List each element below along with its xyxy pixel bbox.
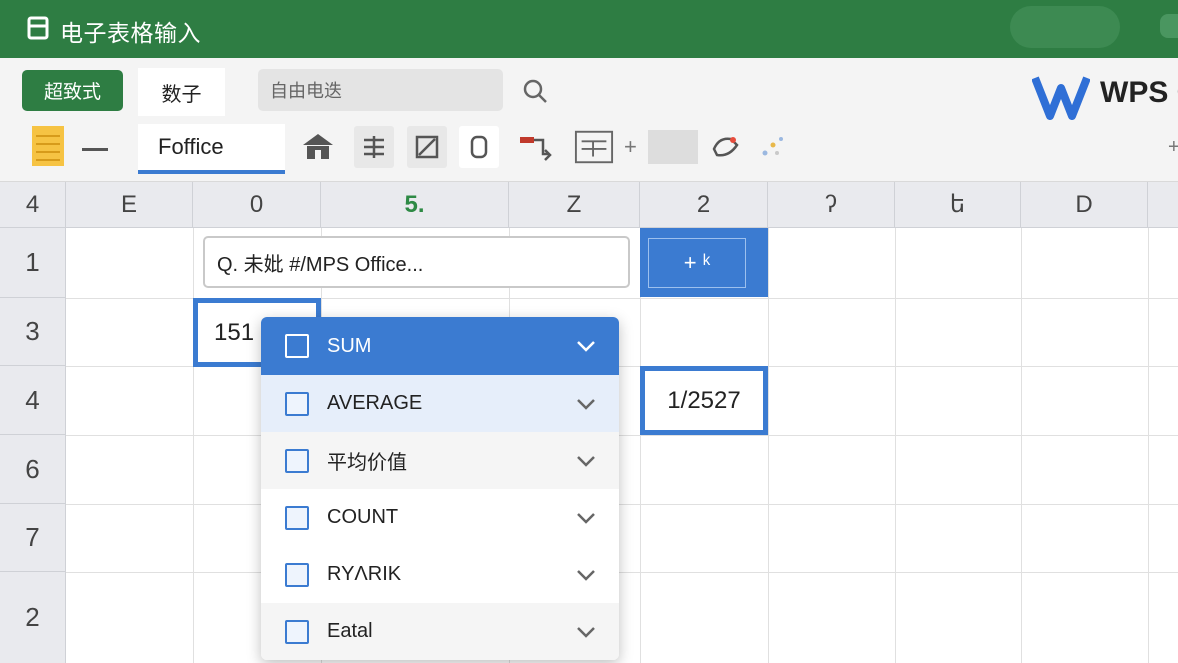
table-icon[interactable]: [574, 126, 614, 168]
dropdown-item-average[interactable]: AVERAGE: [261, 375, 619, 432]
function-icon: [285, 505, 309, 530]
grid-line: [66, 504, 1178, 505]
row-header[interactable]: 2: [0, 572, 66, 663]
dropdown-item-total[interactable]: Eatal: [261, 603, 619, 660]
home-icon[interactable]: [298, 126, 338, 168]
primary-mode-button[interactable]: 超致式: [22, 70, 123, 111]
dropdown-item-sum[interactable]: SUM: [261, 317, 619, 375]
function-icon: [285, 391, 309, 416]
function-icon: [285, 619, 309, 644]
insert-function-button[interactable]: + ᵏ: [648, 238, 746, 288]
rounded-rect-icon[interactable]: [459, 126, 499, 168]
row-header[interactable]: 1: [0, 228, 66, 298]
grid-line: [66, 435, 1178, 436]
dropdown-item-mean[interactable]: 平均价值: [261, 432, 619, 489]
column-header[interactable]: Z: [509, 182, 640, 228]
column-header[interactable]: [1148, 182, 1178, 228]
grid-line: [1148, 228, 1149, 663]
app-document-icon: [27, 16, 49, 40]
function-icon: [285, 448, 309, 473]
tab-foffice[interactable]: Foffice: [138, 124, 285, 174]
row-header[interactable]: 3: [0, 298, 66, 366]
chevron-down-icon[interactable]: [575, 339, 597, 353]
title-bar: 电子表格输入: [0, 0, 1178, 58]
brush-icon[interactable]: [706, 126, 746, 168]
column-header[interactable]: ʔ: [768, 182, 895, 228]
plus-icon[interactable]: +: [624, 134, 637, 160]
formula-input[interactable]: Q. 未妣 #/MPS Office...: [203, 236, 630, 288]
column-header[interactable]: D: [1021, 182, 1148, 228]
notepad-icon[interactable]: [30, 124, 66, 168]
dropdown-item-label: RYΛRIK: [327, 563, 402, 585]
function-icon: [285, 334, 309, 358]
search-input[interactable]: 自由电迭: [258, 69, 503, 111]
window-title: 电子表格输入: [60, 20, 201, 46]
column-header-active[interactable]: 5.: [321, 182, 509, 228]
dropdown-item-count[interactable]: COUNT: [261, 489, 619, 546]
column-header[interactable]: 0: [193, 182, 321, 228]
brand-text: WPS O: [1100, 76, 1178, 109]
chevron-down-icon[interactable]: [575, 625, 597, 639]
align-icon[interactable]: [354, 126, 394, 168]
function-icon: [285, 562, 309, 587]
style-preview[interactable]: [648, 130, 698, 164]
grid-line: [193, 228, 194, 663]
corner-header[interactable]: 4: [0, 182, 66, 228]
wps-logo-icon: [1032, 76, 1090, 120]
column-header[interactable]: 2: [640, 182, 768, 228]
grid-line: [66, 572, 1178, 573]
chevron-down-icon[interactable]: [575, 397, 597, 411]
dropdown-item-label: SUM: [327, 334, 372, 357]
overflow-plus-icon[interactable]: +: [1168, 136, 1178, 159]
dropdown-item-label: 平均价值: [327, 452, 407, 474]
grid-line: [895, 228, 896, 663]
insert-function-cell[interactable]: + ᵏ: [640, 228, 768, 297]
format-painter-icon[interactable]: [515, 126, 555, 168]
sparkle-icon[interactable]: [752, 126, 792, 168]
ribbon-toolbar: 超致式 数子 自由电迭 WPS O Foffice + +: [0, 58, 1178, 182]
column-header[interactable]: E: [66, 182, 193, 228]
minus-icon[interactable]: [82, 148, 108, 151]
chevron-down-icon[interactable]: [575, 511, 597, 525]
chevron-down-icon[interactable]: [575, 568, 597, 582]
result-cell[interactable]: 1/2527: [640, 366, 768, 435]
row-header[interactable]: 6: [0, 435, 66, 504]
search-icon[interactable]: [522, 78, 548, 104]
dropdown-item-label: COUNT: [327, 506, 399, 528]
column-header[interactable]: ե: [895, 182, 1021, 228]
function-dropdown[interactable]: SUM AVERAGE 平均价值 COUNT RYΛRIK Eatal: [261, 317, 619, 660]
row-header[interactable]: 7: [0, 504, 66, 572]
grid-line: [1021, 228, 1022, 663]
row-header[interactable]: 4: [0, 366, 66, 435]
grid-line: [768, 228, 769, 663]
tab-active[interactable]: 数子: [138, 68, 225, 116]
dropdown-item-label: Eatal: [327, 620, 373, 642]
chevron-down-icon[interactable]: [575, 454, 597, 468]
window-control-pill[interactable]: [1010, 6, 1120, 48]
window-control-button[interactable]: [1160, 14, 1178, 38]
dropdown-item-rank[interactable]: RYΛRIK: [261, 546, 619, 603]
dropdown-item-label: AVERAGE: [327, 392, 423, 414]
edit-icon[interactable]: [407, 126, 447, 168]
